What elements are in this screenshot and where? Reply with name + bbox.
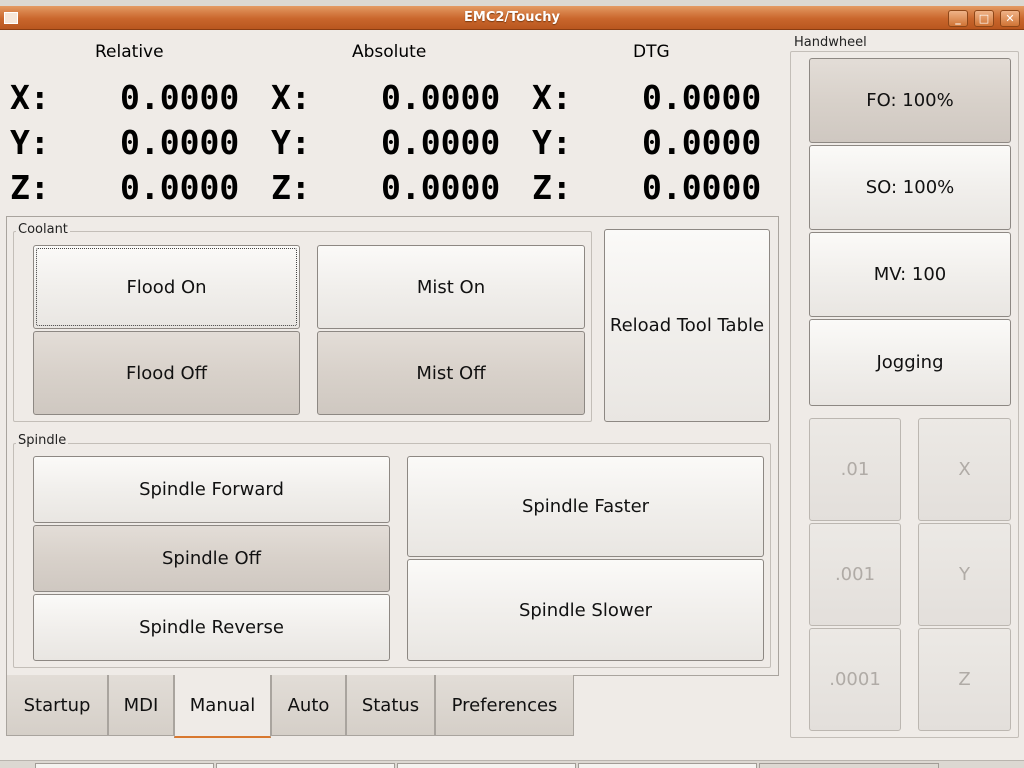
mist-on-button[interactable]: Mist On	[317, 245, 585, 329]
spindle-frame-label: Spindle	[16, 433, 69, 448]
jog-axis-y-button[interactable]: Y	[918, 523, 1011, 626]
flood-on-button[interactable]: Flood On	[33, 245, 300, 329]
taskbar-item[interactable]	[578, 763, 757, 768]
dro-axis-label: X:	[532, 78, 572, 117]
flood-off-button[interactable]: Flood Off	[33, 331, 300, 415]
dro-axis-label: Z:	[271, 168, 311, 207]
spindle-forward-button[interactable]: Spindle Forward	[33, 456, 390, 523]
maximize-button[interactable]: □	[974, 10, 994, 27]
dro-axis-label: Y:	[271, 123, 311, 162]
spindle-slower-button[interactable]: Spindle Slower	[407, 559, 764, 661]
handwheel-frame-label: Handwheel	[792, 35, 869, 50]
dro-axis-label: Y:	[10, 123, 50, 162]
window-titlebar[interactable]: EMC2/Touchy _ □ ✕	[0, 6, 1024, 30]
minimize-button[interactable]: _	[948, 10, 968, 27]
spindle-reverse-button[interactable]: Spindle Reverse	[33, 594, 390, 661]
increment-0001-button[interactable]: .0001	[809, 628, 901, 731]
dro-axis-label: Z:	[10, 168, 50, 207]
spindle-faster-button[interactable]: Spindle Faster	[407, 456, 764, 557]
dro-relative-value: 0.0000	[120, 123, 240, 162]
taskbar-item[interactable]	[216, 763, 395, 768]
tab-manual[interactable]: Manual	[174, 675, 271, 738]
coolant-frame-label: Coolant	[16, 222, 70, 237]
taskbar-item[interactable]	[35, 763, 214, 768]
dro-absolute-value: 0.0000	[381, 123, 501, 162]
tab-mdi[interactable]: MDI	[108, 675, 174, 736]
taskbar-item[interactable]	[397, 763, 576, 768]
feed-override-button[interactable]: FO: 100%	[809, 58, 1011, 143]
dro-dtg-value: 0.0000	[642, 78, 762, 117]
dro-axis-label: Z:	[532, 168, 572, 207]
dro-header-relative: Relative	[95, 42, 164, 62]
tab-startup[interactable]: Startup	[6, 675, 108, 736]
tab-status[interactable]: Status	[346, 675, 435, 736]
dro-dtg-value: 0.0000	[642, 168, 762, 207]
dro-header-absolute: Absolute	[352, 42, 427, 62]
dro-header-dtg: DTG	[633, 42, 670, 62]
jogging-button[interactable]: Jogging	[809, 319, 1011, 406]
tab-preferences[interactable]: Preferences	[435, 675, 574, 736]
max-velocity-button[interactable]: MV: 100	[809, 232, 1011, 317]
jog-axis-x-button[interactable]: X	[918, 418, 1011, 521]
dro-absolute-value: 0.0000	[381, 168, 501, 207]
jog-axis-z-button[interactable]: Z	[918, 628, 1011, 731]
increment-01-button[interactable]: .01	[809, 418, 901, 521]
dro-relative-value: 0.0000	[120, 78, 240, 117]
mist-off-button[interactable]: Mist Off	[317, 331, 585, 415]
spindle-override-button[interactable]: SO: 100%	[809, 145, 1011, 230]
window-title: EMC2/Touchy	[464, 10, 560, 25]
dro-axis-label: Y:	[532, 123, 572, 162]
taskbar-item[interactable]	[759, 763, 939, 768]
dro-axis-label: X:	[10, 78, 50, 117]
increment-001-button[interactable]: .001	[809, 523, 901, 626]
spindle-off-button[interactable]: Spindle Off	[33, 525, 390, 592]
dro-axis-label: X:	[271, 78, 311, 117]
tab-auto[interactable]: Auto	[271, 675, 346, 736]
reload-tool-table-button[interactable]: Reload Tool Table	[604, 229, 770, 422]
close-button[interactable]: ✕	[1000, 10, 1020, 27]
dro-dtg-value: 0.0000	[642, 123, 762, 162]
dro-absolute-value: 0.0000	[381, 78, 501, 117]
dro-relative-value: 0.0000	[120, 168, 240, 207]
